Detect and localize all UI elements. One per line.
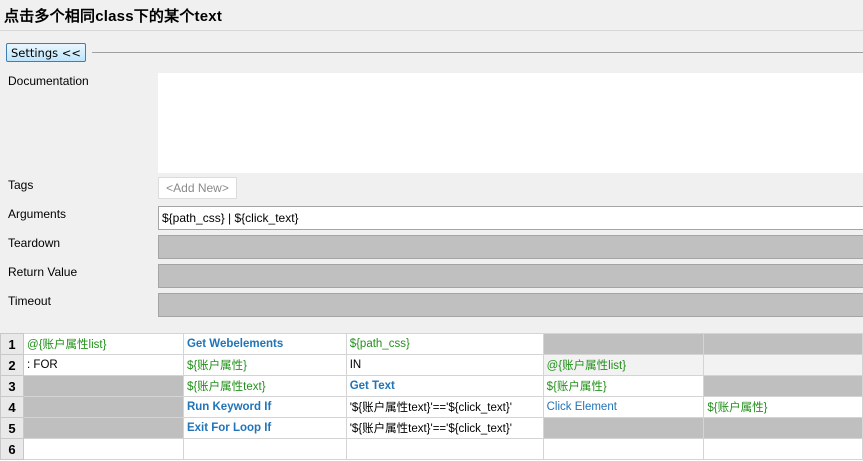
table-cell[interactable] [23, 375, 184, 397]
table-cell[interactable]: : FOR [23, 354, 184, 376]
table-cell[interactable] [703, 438, 863, 460]
row-number[interactable]: 3 [0, 375, 25, 397]
table-cell[interactable] [542, 438, 705, 460]
table-cell[interactable]: ${账户属性} [542, 375, 705, 397]
documentation-label: Documentation [8, 74, 89, 88]
table-row: 4 Run Keyword If '${账户属性text}'=='${click… [0, 396, 863, 418]
table-row: 2 : FOR ${账户属性} IN @{账户属性list} [0, 354, 863, 376]
title-divider [0, 30, 863, 31]
row-number[interactable]: 6 [0, 438, 25, 460]
timeout-field[interactable] [158, 293, 863, 317]
keyword-table: 1 @{账户属性list} Get Webelements ${path_css… [0, 333, 863, 461]
tags-label: Tags [8, 178, 34, 192]
table-cell[interactable]: Get Webelements [182, 333, 347, 355]
row-number[interactable]: 4 [0, 396, 25, 418]
table-cell[interactable]: @{账户属性list} [23, 333, 184, 355]
table-cell[interactable]: ${账户属性} [182, 354, 347, 376]
table-row: 5 Exit For Loop If '${账户属性text}'=='${cli… [0, 417, 863, 439]
table-cell[interactable]: IN [345, 354, 544, 376]
teardown-label: Teardown [8, 236, 61, 250]
table-cell[interactable] [345, 438, 544, 460]
table-cell[interactable]: ${path_css} [345, 333, 544, 355]
settings-toggle-button[interactable]: Settings << [6, 43, 86, 62]
table-cell[interactable] [703, 333, 863, 355]
table-cell[interactable] [703, 375, 863, 397]
table-cell[interactable]: Get Text [345, 375, 544, 397]
table-cell[interactable]: ${账户属性} [703, 396, 863, 418]
table-cell[interactable] [542, 333, 705, 355]
documentation-field[interactable] [158, 73, 863, 173]
row-number[interactable]: 2 [0, 354, 25, 376]
table-cell[interactable]: Exit For Loop If [182, 417, 347, 439]
table-cell[interactable] [542, 417, 705, 439]
table-cell[interactable]: '${账户属性text}'=='${click_text}' [345, 417, 544, 439]
return-value-label: Return Value [8, 265, 78, 279]
table-cell[interactable]: Click Element [542, 396, 705, 418]
table-cell[interactable] [182, 438, 347, 460]
table-row: 3 ${账户属性text} Get Text ${账户属性} [0, 375, 863, 397]
table-cell[interactable]: Run Keyword If [182, 396, 347, 418]
page-title: 点击多个相同class下的某个text [4, 8, 223, 25]
table-cell[interactable] [23, 417, 184, 439]
row-number[interactable]: 1 [0, 333, 25, 355]
return-value-field[interactable] [158, 264, 863, 288]
tags-add-new[interactable]: <Add New> [158, 177, 237, 199]
table-row: 1 @{账户属性list} Get Webelements ${path_css… [0, 333, 863, 355]
timeout-label: Timeout [8, 294, 51, 308]
row-number[interactable]: 5 [0, 417, 25, 439]
table-cell[interactable] [23, 438, 184, 460]
settings-divider [92, 52, 863, 53]
table-cell[interactable]: '${账户属性text}'=='${click_text}' [345, 396, 544, 418]
arguments-label: Arguments [8, 207, 67, 221]
arguments-field[interactable]: ${path_css} | ${click_text} [158, 206, 863, 230]
table-cell[interactable] [23, 396, 184, 418]
table-row: 6 [0, 438, 863, 460]
table-cell[interactable] [703, 417, 863, 439]
table-cell[interactable] [703, 354, 863, 376]
table-cell[interactable]: @{账户属性list} [542, 354, 705, 376]
table-cell[interactable]: ${账户属性text} [182, 375, 347, 397]
teardown-field[interactable] [158, 235, 863, 259]
